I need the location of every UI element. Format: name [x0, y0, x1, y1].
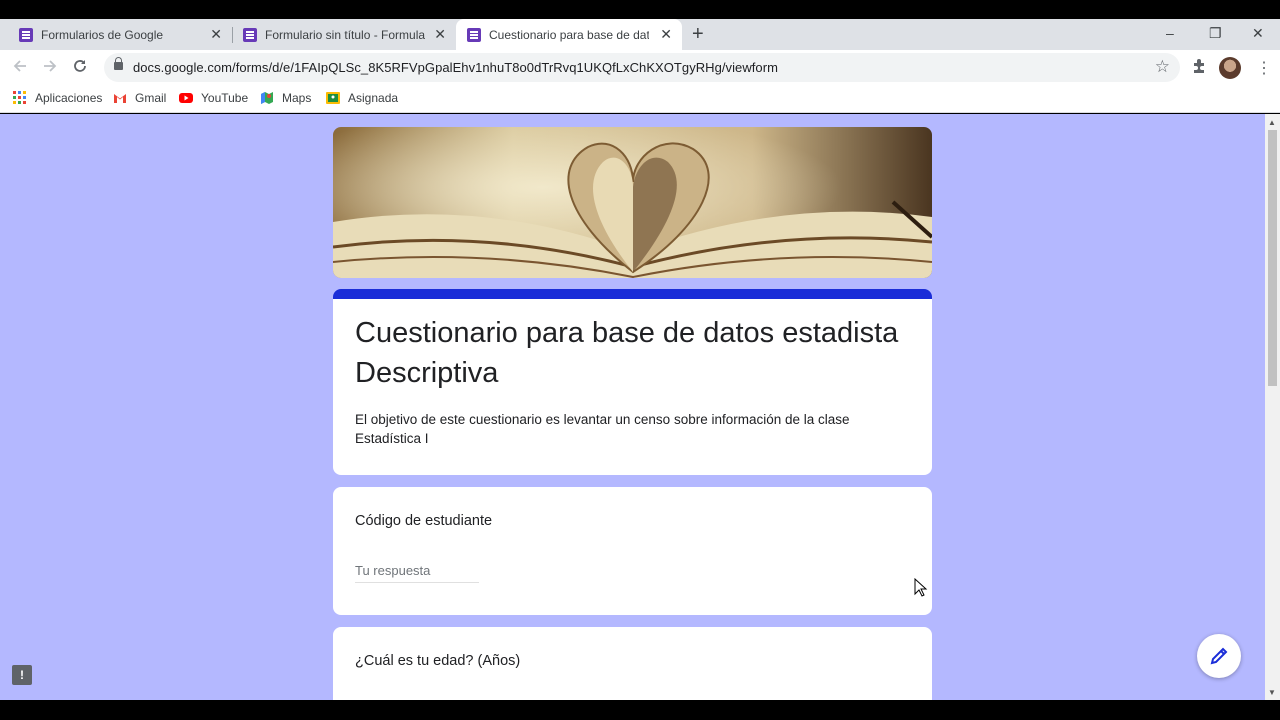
feedback-icon[interactable]: !: [12, 665, 32, 685]
apps-grid-icon: [13, 91, 26, 104]
answer-input[interactable]: Tu respuesta: [355, 563, 479, 583]
forward-button[interactable]: [42, 58, 58, 79]
tab-title: Formulario sin título - Formularios de G…: [265, 27, 425, 42]
tab-formulario-sin-titulo[interactable]: Formulario sin título - Formularios de G…: [224, 19, 456, 50]
bookmark-label: YouTube: [201, 91, 249, 105]
scrollbar[interactable]: ▲ ▼: [1265, 114, 1280, 700]
question-card: ¿Cuál es tu edad? (Años): [333, 627, 932, 700]
url-text: docs.google.com/forms/d/e/1FAIpQLSc_8K5R…: [133, 60, 778, 75]
arrow-right-icon: [44, 60, 57, 72]
tab-title: Cuestionario para base de datos estadist…: [489, 27, 649, 42]
star-icon[interactable]: ☆: [1155, 57, 1170, 77]
maps-icon: [261, 92, 273, 104]
pencil-icon: [1210, 647, 1228, 665]
tab-formularios[interactable]: Formularios de Google ✕: [0, 19, 232, 50]
arrow-left-icon: [13, 60, 26, 72]
lock-icon[interactable]: [114, 57, 123, 70]
tab-strip: Formularios de Google ✕ Formulario sin t…: [0, 19, 1280, 50]
extensions-icon[interactable]: [1191, 58, 1207, 74]
close-icon[interactable]: ✕: [660, 27, 672, 41]
book-heart-image: [333, 127, 932, 278]
form-title: Cuestionario para base de datos estadist…: [355, 317, 899, 389]
question-label: ¿Cuál es tu edad? (Años): [355, 653, 521, 669]
scroll-thumb[interactable]: [1268, 130, 1277, 386]
bookmark-label: Aplicaciones: [35, 91, 103, 105]
more-vert-icon[interactable]: ⋮: [1256, 58, 1272, 78]
close-icon[interactable]: ✕: [434, 27, 446, 41]
gmail-icon: [114, 94, 126, 103]
mouse-cursor-icon: [914, 578, 928, 597]
bookmark-asignada[interactable]: Asignada: [326, 91, 398, 105]
address-bar[interactable]: docs.google.com/forms/d/e/1FAIpQLSc_8K5R…: [104, 53, 1180, 82]
close-window-button[interactable]: ✕: [1252, 25, 1264, 42]
avatar[interactable]: [1219, 57, 1241, 79]
bookmark-gmail[interactable]: Gmail: [113, 91, 166, 105]
reload-button[interactable]: [72, 58, 88, 79]
question-card: Código de estudiante Tu respuesta: [333, 487, 932, 615]
bookmark-aplicaciones[interactable]: Aplicaciones: [13, 91, 102, 105]
new-tab-button[interactable]: +: [692, 24, 704, 44]
scroll-down-arrow-icon[interactable]: ▼: [1268, 688, 1276, 697]
form-title-card: Cuestionario para base de datos estadist…: [333, 289, 932, 475]
tab-title: Formularios de Google: [41, 27, 164, 42]
restore-button[interactable]: ❐: [1209, 25, 1222, 42]
bookmarks-bar: Aplicaciones Gmail YouTube Maps Asignada: [0, 85, 1280, 113]
bookmark-youtube[interactable]: YouTube: [179, 91, 248, 105]
back-button[interactable]: [12, 58, 28, 79]
tab-cuestionario[interactable]: Cuestionario para base de datos estadist…: [456, 19, 682, 50]
browser-toolbar: docs.google.com/forms/d/e/1FAIpQLSc_8K5R…: [0, 50, 1280, 85]
classroom-icon: [326, 92, 340, 104]
google-forms-icon: [19, 27, 33, 42]
minimize-button[interactable]: –: [1166, 25, 1174, 41]
bookmark-label: Gmail: [135, 91, 167, 105]
google-forms-icon: [467, 27, 481, 42]
google-forms-icon: [243, 27, 257, 42]
close-icon[interactable]: ✕: [210, 27, 222, 41]
youtube-icon: [179, 93, 193, 103]
bookmark-label: Asignada: [348, 91, 399, 105]
scroll-up-arrow-icon[interactable]: ▲: [1268, 118, 1276, 127]
browser-window: Formularios de Google ✕ Formulario sin t…: [0, 0, 1280, 720]
form-description: El objetivo de este cuestionario es leva…: [355, 412, 850, 446]
bookmark-label: Maps: [282, 91, 312, 105]
edit-button[interactable]: [1197, 634, 1241, 678]
header-image: [333, 127, 932, 278]
reload-icon: [74, 60, 86, 72]
question-label: Código de estudiante: [355, 513, 493, 529]
bookmark-maps[interactable]: Maps: [260, 91, 311, 105]
form-page: Cuestionario para base de datos estadist…: [0, 114, 1265, 700]
